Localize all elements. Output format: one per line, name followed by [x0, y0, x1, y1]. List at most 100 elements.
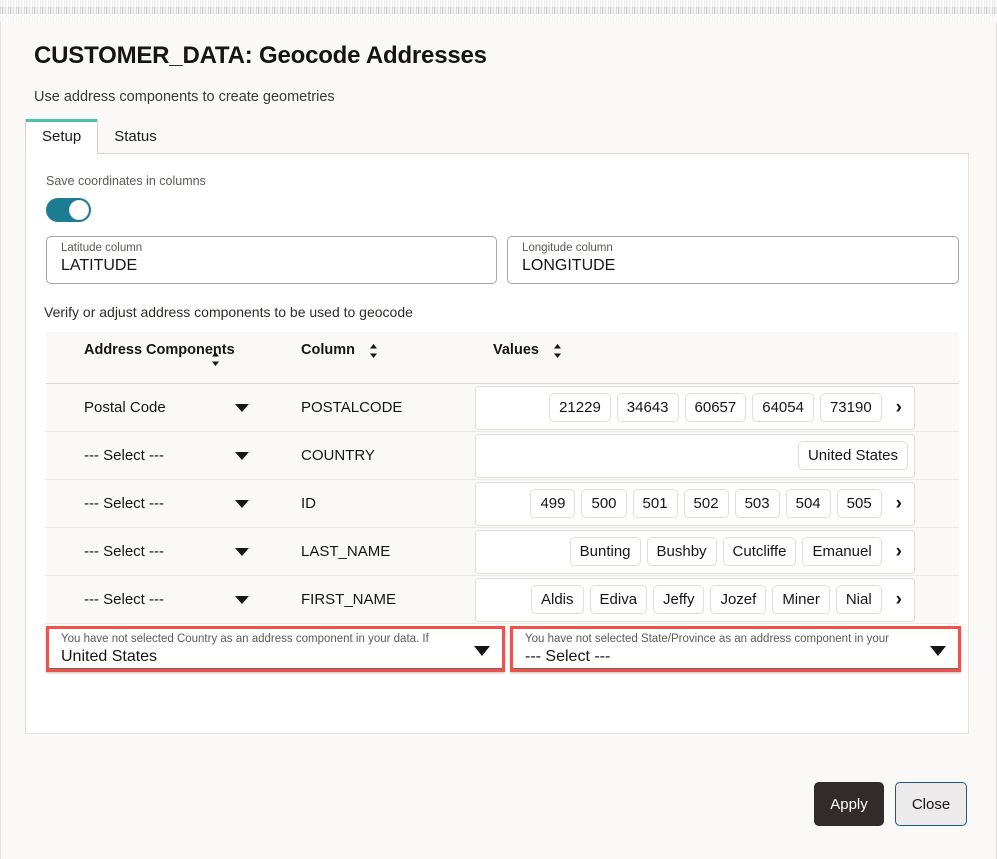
latitude-column-field[interactable]: Latitude column LATITUDE [46, 236, 497, 284]
value-chip[interactable]: Emanuel [802, 537, 882, 566]
chevron-right-icon[interactable]: › [888, 494, 908, 513]
address-component-select[interactable]: Postal Code [46, 399, 283, 416]
chevron-right-icon[interactable]: › [888, 398, 908, 417]
value-chip[interactable]: Bushby [646, 537, 717, 566]
verify-instructions: Verify or adjust address components to b… [44, 304, 413, 320]
address-component-value: Postal Code [84, 399, 166, 416]
value-chip[interactable]: 505 [836, 489, 882, 518]
value-chip[interactable]: United States [797, 441, 908, 470]
column-name-cell: ID [301, 495, 316, 512]
value-chip[interactable]: 64054 [752, 393, 814, 422]
column-name-cell: COUNTRY [301, 447, 375, 464]
state-province-select-label: You have not selected State/Province as … [525, 633, 889, 645]
tab-setup[interactable]: Setup [25, 119, 99, 154]
values-cell: 21229 34643 60657 64054 73190 › [475, 385, 915, 430]
value-chip[interactable]: 34643 [616, 393, 679, 422]
column-name-cell: LAST_NAME [301, 543, 391, 560]
header-cell-values[interactable]: Values [475, 341, 915, 359]
address-component-value: --- Select --- [84, 543, 164, 560]
chevron-down-icon[interactable] [235, 499, 249, 508]
value-chip[interactable]: Jozef [710, 585, 767, 614]
address-component-value: --- Select --- [84, 591, 164, 608]
value-chip[interactable]: 501 [632, 489, 678, 518]
apply-button[interactable]: Apply [814, 782, 884, 826]
country-select[interactable]: You have not selected Country as an addr… [49, 629, 502, 669]
table-header-row: Address Components Column Values [46, 332, 959, 384]
country-select-value: United States [61, 648, 158, 665]
values-cell: 499 500 501 502 503 504 505 › [475, 481, 915, 526]
column-name-cell: POSTALCODE [301, 399, 403, 416]
state-province-select[interactable]: You have not selected State/Province as … [513, 629, 958, 669]
chevron-down-icon[interactable] [235, 547, 249, 556]
table-body: Postal Code POSTALCODE 21229 34643 60657 6405… [46, 384, 959, 624]
address-component-select[interactable]: --- Select --- [46, 495, 283, 512]
chevron-right-icon[interactable]: › [888, 590, 908, 609]
column-name-cell: FIRST_NAME [301, 591, 397, 608]
chevron-down-icon-state[interactable] [930, 646, 946, 656]
state-province-select-value: --- Select --- [525, 648, 611, 665]
value-chip[interactable]: 503 [734, 489, 780, 518]
texture-band-upper [0, 0, 997, 7]
header-label-column: Column [301, 342, 355, 358]
table-row: --- Select --- COUNTRY United States [46, 432, 959, 480]
apply-button-label: Apply [830, 795, 868, 813]
table-row: --- Select --- FIRST_NAME Aldis Ediva Jeffy J… [46, 576, 959, 624]
address-components-table: Address Components Column Values Postal … [46, 332, 959, 624]
page-title: CUSTOMER_DATA: Geocode Addresses [34, 42, 487, 69]
sort-icon-column[interactable] [367, 342, 380, 360]
tab-setup-label: Setup [42, 127, 82, 145]
window-top-texture-strip [0, 0, 997, 22]
header-cell-column[interactable]: Column [283, 341, 475, 359]
value-chip[interactable]: 21229 [549, 393, 611, 422]
header-cell-address-components[interactable]: Address Components [46, 341, 283, 366]
address-component-value: --- Select --- [84, 495, 164, 512]
table-row: --- Select --- LAST_NAME Bunting Bushby Cutc… [46, 528, 959, 576]
address-component-select[interactable]: --- Select --- [46, 591, 283, 608]
value-chip[interactable]: Jeffy [653, 585, 705, 614]
geocode-addresses-dialog: CUSTOMER_DATA: Geocode Addresses Use add… [0, 22, 997, 859]
page-subtitle: Use address components to create geometr… [34, 89, 335, 105]
setup-tab-panel: Save coordinates in columns Latitude col… [25, 154, 969, 734]
state-select-highlight: You have not selected State/Province as … [510, 626, 961, 672]
value-chip[interactable]: 60657 [684, 393, 747, 422]
sort-icon-address-components[interactable] [209, 350, 222, 368]
country-select-label: You have not selected Country as an addr… [61, 633, 429, 645]
address-component-select[interactable]: --- Select --- [46, 543, 283, 560]
value-chip[interactable]: Cutcliffe [722, 537, 797, 566]
tab-bar: Setup Status [25, 119, 969, 154]
value-chip[interactable]: Bunting [569, 537, 641, 566]
sort-icon-values[interactable] [551, 342, 564, 360]
address-component-value: --- Select --- [84, 447, 164, 464]
latitude-column-label: Latitude column [61, 242, 143, 254]
longitude-column-label: Longitude column [522, 242, 613, 254]
value-chip[interactable]: 504 [785, 489, 831, 518]
value-chip[interactable]: Aldis [531, 585, 584, 614]
longitude-column-field[interactable]: Longitude column LONGITUDE [507, 236, 959, 284]
value-chip[interactable]: 502 [683, 489, 729, 518]
save-coordinates-toggle[interactable] [46, 198, 91, 222]
chevron-right-icon[interactable]: › [888, 542, 908, 561]
value-chip[interactable]: Miner [772, 585, 830, 614]
value-chip[interactable]: Ediva [589, 585, 648, 614]
header-label-values: Values [493, 342, 539, 358]
chevron-down-icon[interactable] [235, 403, 249, 412]
close-button[interactable]: Close [895, 782, 967, 826]
address-component-select[interactable]: --- Select --- [46, 447, 283, 464]
chevron-down-icon[interactable] [235, 451, 249, 460]
tab-status-label: Status [114, 127, 157, 145]
value-chip[interactable]: 500 [581, 489, 627, 518]
chevron-down-icon[interactable] [235, 595, 249, 604]
texture-band-lower [0, 14, 997, 22]
value-chip[interactable]: Nial [835, 585, 882, 614]
country-select-highlight: You have not selected Country as an addr… [46, 626, 505, 672]
value-chip[interactable]: 499 [530, 489, 576, 518]
tab-status[interactable]: Status [98, 119, 173, 153]
save-coordinates-label: Save coordinates in columns [46, 174, 206, 188]
value-chip[interactable]: 73190 [819, 393, 882, 422]
values-cell: Aldis Ediva Jeffy Jozef Miner Nial › [475, 577, 915, 622]
dialog-footer-buttons: Apply Close [814, 782, 967, 826]
chevron-down-icon-country[interactable] [474, 646, 490, 656]
longitude-column-value: LONGITUDE [522, 257, 616, 274]
toggle-knob [69, 200, 89, 220]
table-row: --- Select --- ID 499 500 501 502 503 504 505 › [46, 480, 959, 528]
